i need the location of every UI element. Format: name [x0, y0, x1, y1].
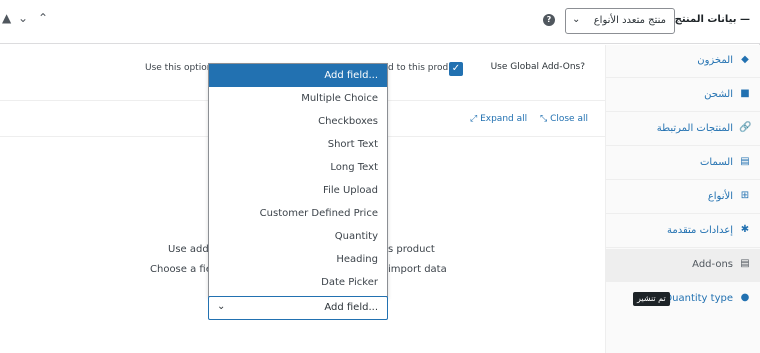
tab-label: إعدادات متقدمة [667, 225, 733, 236]
tab-linked-products[interactable]: 🔗 المنتجات المرتبطة [606, 113, 760, 146]
chevron-down-icon: ⌄ [217, 301, 226, 312]
dropdown-option[interactable]: Heading [209, 248, 387, 271]
add-field-select[interactable]: Add field... ⌄ [208, 296, 388, 320]
empty-message-line2: Choose a fie. [150, 264, 216, 275]
product-data-panel: ▲ ⌄ ⌃ ? منتج متعدد الأنواع ⌄ بيانات المن… [0, 0, 760, 353]
tab-shipping[interactable]: ■ الشحن [606, 79, 760, 112]
tab-add-ons[interactable]: ▤ Add-ons [606, 249, 760, 282]
use-global-add-ons-label: Use Global Add-Ons? [490, 62, 585, 72]
truck-icon: ■ [740, 88, 750, 99]
tab-label: Quantity type [664, 293, 733, 304]
dropdown-option[interactable]: Short Text [209, 133, 387, 156]
tab-quantity-type[interactable]: ● Quantity type تم تنشير [606, 283, 760, 316]
inventory-icon: ◆ [741, 54, 749, 65]
tab-label: السمات [700, 157, 733, 168]
empty-message-line1: s product [388, 244, 435, 255]
dropdown-option[interactable]: Quantity [209, 225, 387, 248]
tab-variations[interactable]: ⊞ الأنواع [606, 181, 760, 214]
dropdown-option[interactable]: File Upload [209, 179, 387, 202]
help-icon[interactable]: ? [543, 14, 555, 26]
tab-label: الشحن [704, 89, 733, 100]
dropdown-option[interactable]: Date Picker [209, 271, 387, 294]
gear-icon: ✱ [740, 224, 750, 235]
option-description: Use this option. [145, 63, 216, 73]
tab-label: الأنواع [707, 191, 733, 202]
tab-inventory[interactable]: ◆ المخزون [606, 45, 760, 78]
close-all-link[interactable]: ⤡ Close all [540, 114, 588, 124]
list-icon: ▤ [740, 156, 750, 167]
panel-title: بيانات المنتج — [674, 14, 750, 25]
grid-icon: ⊞ [740, 190, 750, 201]
status-badge: تم تنشير [633, 292, 670, 306]
expand-all-link[interactable]: ⤢ Expand all [470, 114, 527, 124]
link-icon: 🔗 [739, 122, 752, 133]
chevron-down-icon: ⌄ [572, 14, 581, 25]
dropdown-option[interactable]: Long Text [209, 156, 387, 179]
dropdown-option[interactable]: Multiple Choice [209, 87, 387, 110]
dropdown-option[interactable]: Customer Defined Price [209, 202, 387, 225]
add-field-dropdown-list[interactable]: Add field... Multiple Choice Checkboxes … [208, 63, 388, 297]
tab-advanced[interactable]: ✱ إعدادات متقدمة [606, 215, 760, 248]
empty-message-line2: import data [388, 264, 447, 275]
tab-label: المخزون [697, 55, 733, 66]
chevron-up-icon[interactable]: ⌃ [38, 11, 48, 25]
list-icon: ▤ [740, 258, 750, 269]
product-type-value: منتج متعدد الأنواع [593, 15, 666, 26]
expand-arrows-icon: ⤢ [470, 114, 478, 124]
product-type-select[interactable]: منتج متعدد الأنواع ⌄ [565, 8, 675, 34]
dropdown-option[interactable]: Add field... [209, 64, 387, 87]
product-data-tabs: ◆ المخزون ■ الشحن 🔗 المنتجات المرتبطة ▤ … [605, 45, 760, 353]
option-description: d to this prod [388, 63, 449, 73]
collapse-icon[interactable]: ▲ [2, 11, 11, 25]
add-field-value: Add field... [324, 302, 378, 313]
chevron-down-icon[interactable]: ⌄ [18, 11, 28, 25]
tab-attributes[interactable]: ▤ السمات [606, 147, 760, 180]
panel-header: ▲ ⌄ ⌃ ? منتج متعدد الأنواع ⌄ بيانات المن… [0, 0, 760, 44]
collapse-arrows-icon: ⤡ [540, 114, 548, 124]
dropdown-option[interactable]: Checkboxes [209, 110, 387, 133]
quantity-icon: ● [740, 292, 750, 303]
use-global-add-ons-checkbox[interactable]: ✓ [449, 62, 463, 76]
tab-label: المنتجات المرتبطة [656, 123, 733, 134]
tab-label: Add-ons [692, 259, 733, 270]
